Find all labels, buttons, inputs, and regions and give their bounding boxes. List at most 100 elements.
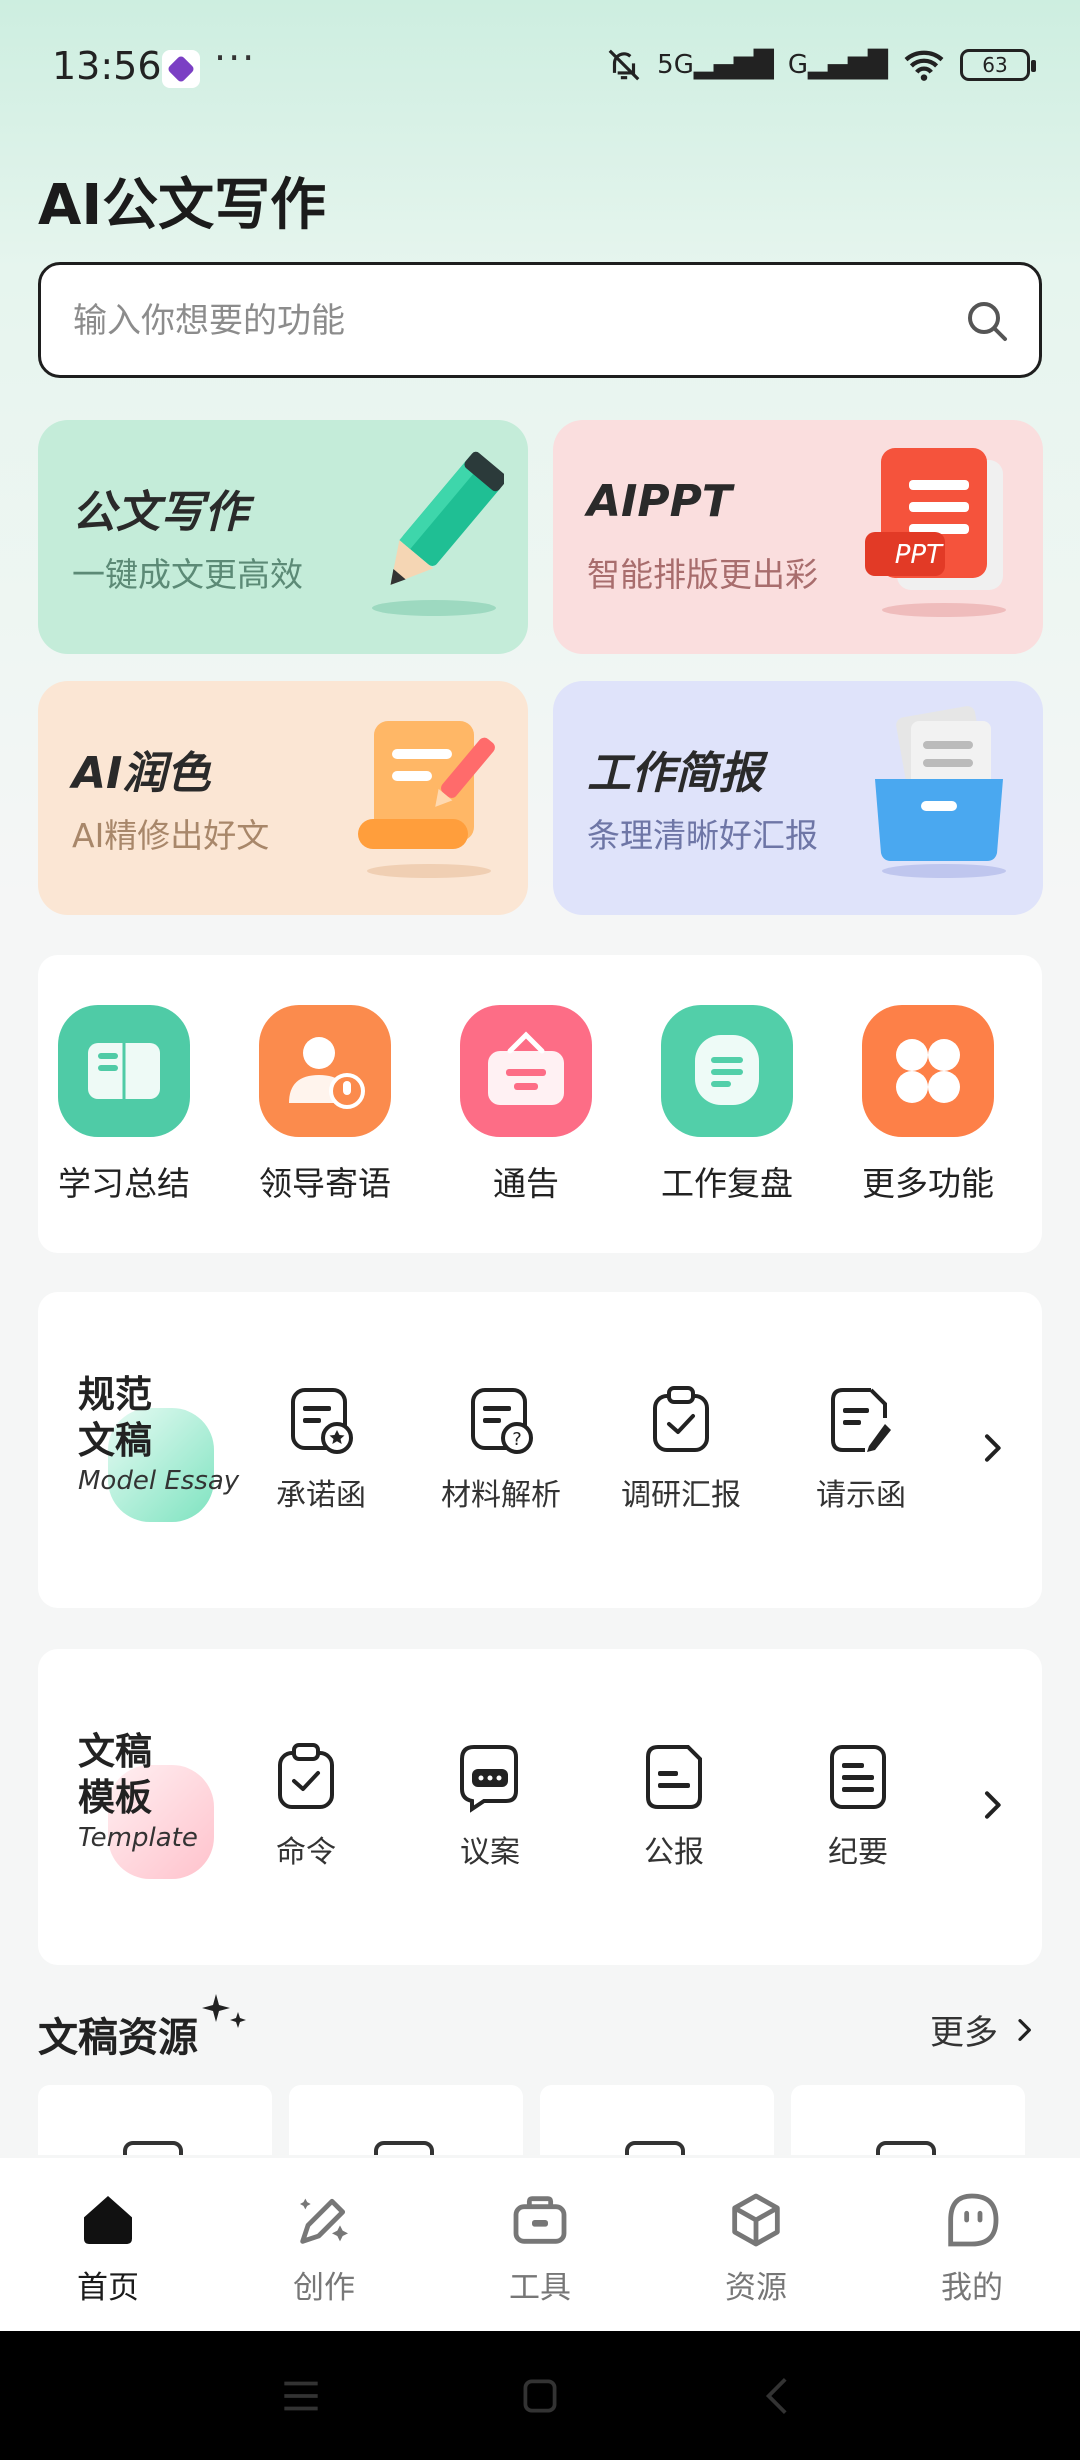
clipboard-check-icon <box>278 1743 334 1809</box>
model-essay-title-line2: 文稿 <box>78 1419 152 1462</box>
essay-item-request-letter[interactable]: 请示函 <box>781 1384 941 1514</box>
scroll-pen-illustration-icon <box>358 721 495 878</box>
resource-icon <box>123 2141 183 2155</box>
feature-card-aippt[interactable]: AIPPT 智能排版更出彩 PPT <box>553 420 1043 654</box>
quick-tool-label: 工作复盘 <box>661 1164 793 1203</box>
resources-more-link[interactable]: 更多 <box>930 2005 1040 2054</box>
template-title-line1: 文稿 <box>78 1730 152 1773</box>
feature-card-document-writing[interactable]: 公文写作 一键成文更高效 <box>38 420 528 654</box>
quick-tool-label: 更多功能 <box>862 1164 994 1203</box>
quick-tool-work-review[interactable]: 工作复盘 <box>647 1005 807 1205</box>
face-icon <box>948 2193 999 2247</box>
feature-card-title: 工作简报 <box>587 748 763 799</box>
nav-label: 创作 <box>293 2270 355 2306</box>
svg-text:?: ? <box>512 1429 522 1450</box>
nav-resources[interactable]: 资源 <box>686 2188 826 2307</box>
note-icon <box>830 1745 886 1809</box>
nav-home[interactable]: 首页 <box>38 2188 178 2307</box>
more-notifications-icon: ··· <box>214 36 257 80</box>
quick-tool-leader-message[interactable]: 领导寄语 <box>245 1005 405 1205</box>
pencil-illustration-icon <box>372 451 504 616</box>
feature-card-subtitle: 一键成文更高效 <box>72 555 303 594</box>
home-button-icon[interactable] <box>515 2371 565 2421</box>
search-icon[interactable] <box>963 297 1011 345</box>
chevron-right-icon[interactable] <box>972 1428 1012 1468</box>
request-letter-icon <box>831 1388 891 1452</box>
essay-item-research-report[interactable]: 调研汇报 <box>601 1384 761 1514</box>
pen-sparkle-icon <box>300 2198 348 2244</box>
feature-card-subtitle: AI精修出好文 <box>72 816 270 855</box>
template-item-minutes[interactable]: 纪要 <box>778 1741 938 1871</box>
feature-card-title: AI润色 <box>72 748 211 799</box>
signal-g-label: G <box>787 50 809 80</box>
battery-level: 63 <box>982 53 1008 77</box>
toolbox-icon <box>513 2196 567 2244</box>
signal-5g-icon: 5G▂▄▆█ <box>657 50 774 80</box>
resource-icon <box>625 2141 685 2155</box>
model-essay-panel: 规范 文稿 Model Essay 承诺函 ? 材料解析 调研汇报 请示函 <box>38 1292 1042 1608</box>
feature-card-ai-polish[interactable]: AI润色 AI精修出好文 <box>38 681 528 915</box>
template-item-label: 议案 <box>460 1835 520 1870</box>
pledge-letter-icon <box>291 1388 353 1454</box>
essay-item-material-analysis[interactable]: ? 材料解析 <box>421 1384 581 1514</box>
menu-icon[interactable] <box>276 2371 326 2421</box>
resources-title: 文稿资源 <box>38 2015 198 2061</box>
search-input[interactable] <box>73 295 933 347</box>
template-item-order[interactable]: 命令 <box>226 1741 386 1871</box>
signal-5g-label: 5G <box>657 50 694 80</box>
nav-create[interactable]: 创作 <box>254 2188 394 2307</box>
quick-tool-label: 学习总结 <box>58 1164 190 1203</box>
template-title-line2: 模板 <box>78 1776 152 1819</box>
signal-g-icon: G▂▄▆█ <box>787 50 888 80</box>
document-icon <box>646 1745 702 1809</box>
sparkle-icon <box>202 1994 246 2028</box>
quick-tool-label: 通告 <box>493 1164 559 1203</box>
chevron-right-icon[interactable] <box>972 1785 1012 1825</box>
resource-card[interactable] <box>540 2085 774 2155</box>
battery-icon: 63 <box>960 49 1036 81</box>
chat-bubble-icon <box>661 1005 793 1137</box>
feature-card-work-briefing[interactable]: 工作简报 条理清晰好汇报 <box>553 681 1043 915</box>
file-box-illustration-icon <box>875 706 1006 878</box>
nav-label: 首页 <box>77 2270 139 2306</box>
back-icon[interactable] <box>754 2371 804 2421</box>
resource-card[interactable] <box>38 2085 272 2155</box>
nav-label: 我的 <box>941 2270 1003 2306</box>
resource-card[interactable] <box>791 2085 1025 2155</box>
quick-tool-notice[interactable]: 通告 <box>446 1005 606 1205</box>
status-bar: 13:56 ··· 5G▂▄▆█ G▂▄▆█ 63 <box>0 0 1080 135</box>
status-time: 13:56 <box>52 44 162 88</box>
feature-card-title: AIPPT <box>587 476 732 527</box>
feature-card-subtitle: 智能排版更出彩 <box>587 555 818 594</box>
material-analysis-icon: ? <box>471 1388 533 1454</box>
model-essay-header[interactable]: 规范 文稿 Model Essay <box>78 1372 240 1522</box>
template-item-label: 纪要 <box>828 1835 888 1870</box>
clipboard-check-icon <box>653 1386 709 1452</box>
essay-item-pledge-letter[interactable]: 承诺函 <box>241 1384 401 1514</box>
quick-tool-study-summary[interactable]: 学习总结 <box>44 1005 204 1205</box>
chevron-right-icon <box>1018 2018 1031 2041</box>
quick-tool-more[interactable]: 更多功能 <box>848 1005 1008 1205</box>
nav-tools[interactable]: 工具 <box>470 2188 610 2307</box>
template-item-communique[interactable]: 公报 <box>594 1741 754 1871</box>
essay-item-label: 材料解析 <box>441 1478 561 1513</box>
quick-tools-panel: 学习总结 领导寄语 通告 工作复盘 更多功能 <box>38 955 1042 1253</box>
resource-card[interactable] <box>289 2085 523 2155</box>
ppt-badge: PPT <box>894 540 942 570</box>
essay-item-label: 承诺函 <box>276 1478 366 1513</box>
quick-tool-label: 领导寄语 <box>259 1164 391 1203</box>
template-panel: 文稿 模板 Template 命令 议案 公报 纪要 <box>38 1649 1042 1965</box>
resources-more-label: 更多 <box>930 2013 998 2053</box>
status-indicators: 5G▂▄▆█ G▂▄▆█ 63 <box>605 46 1036 84</box>
page-title: AI公文写作 <box>38 173 327 238</box>
system-navigation-bar <box>0 2331 1080 2460</box>
speaker-person-icon <box>259 1005 391 1137</box>
nav-profile[interactable]: 我的 <box>902 2188 1042 2307</box>
search-bar[interactable] <box>38 262 1042 378</box>
feature-card-title: 公文写作 <box>72 487 248 538</box>
template-item-proposal[interactable]: 议案 <box>410 1741 570 1871</box>
essay-item-label: 请示函 <box>816 1478 906 1513</box>
template-header[interactable]: 文稿 模板 Template <box>78 1729 238 1879</box>
model-essay-subtitle: Model Essay <box>78 1466 240 1496</box>
bottom-navigation: 首页 创作 工具 资源 我的 <box>0 2158 1080 2331</box>
